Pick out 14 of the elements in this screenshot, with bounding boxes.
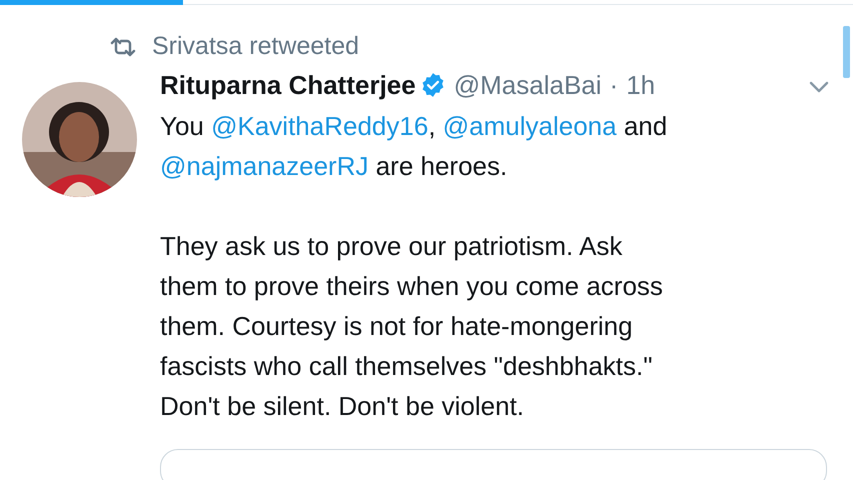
separator-dot: · — [610, 68, 618, 102]
user-name[interactable]: Rituparna Chatterjee — [160, 66, 416, 104]
tweet-text: You @KavithaReddy16, @amulyaleona and @najmanazeerRJ are heroes. — [160, 110, 668, 183]
caret-icon[interactable] — [809, 80, 829, 93]
retweet-icon — [110, 37, 136, 57]
mention-link[interactable]: @amulyaleona — [442, 111, 617, 141]
timestamp: 1h — [626, 68, 656, 102]
retweet-label: Srivatsa retweeted — [152, 31, 360, 62]
scrollbar-thumb[interactable] — [843, 26, 850, 78]
quoted-card[interactable] — [160, 449, 827, 480]
mention-link[interactable]: @najmanazeerRJ — [160, 151, 368, 181]
mention-link[interactable]: @KavithaReddy16 — [211, 111, 428, 141]
tweet-text: They ask us to prove our patriotism. Ask them to prove theirs when you come across them. Courtesy is not for hate-mongering fascists who call themselves "deshbhakts." Don't be silent. Don't be violent. — [160, 230, 664, 423]
user-handle[interactable]: @MasalaBai — [454, 66, 602, 104]
